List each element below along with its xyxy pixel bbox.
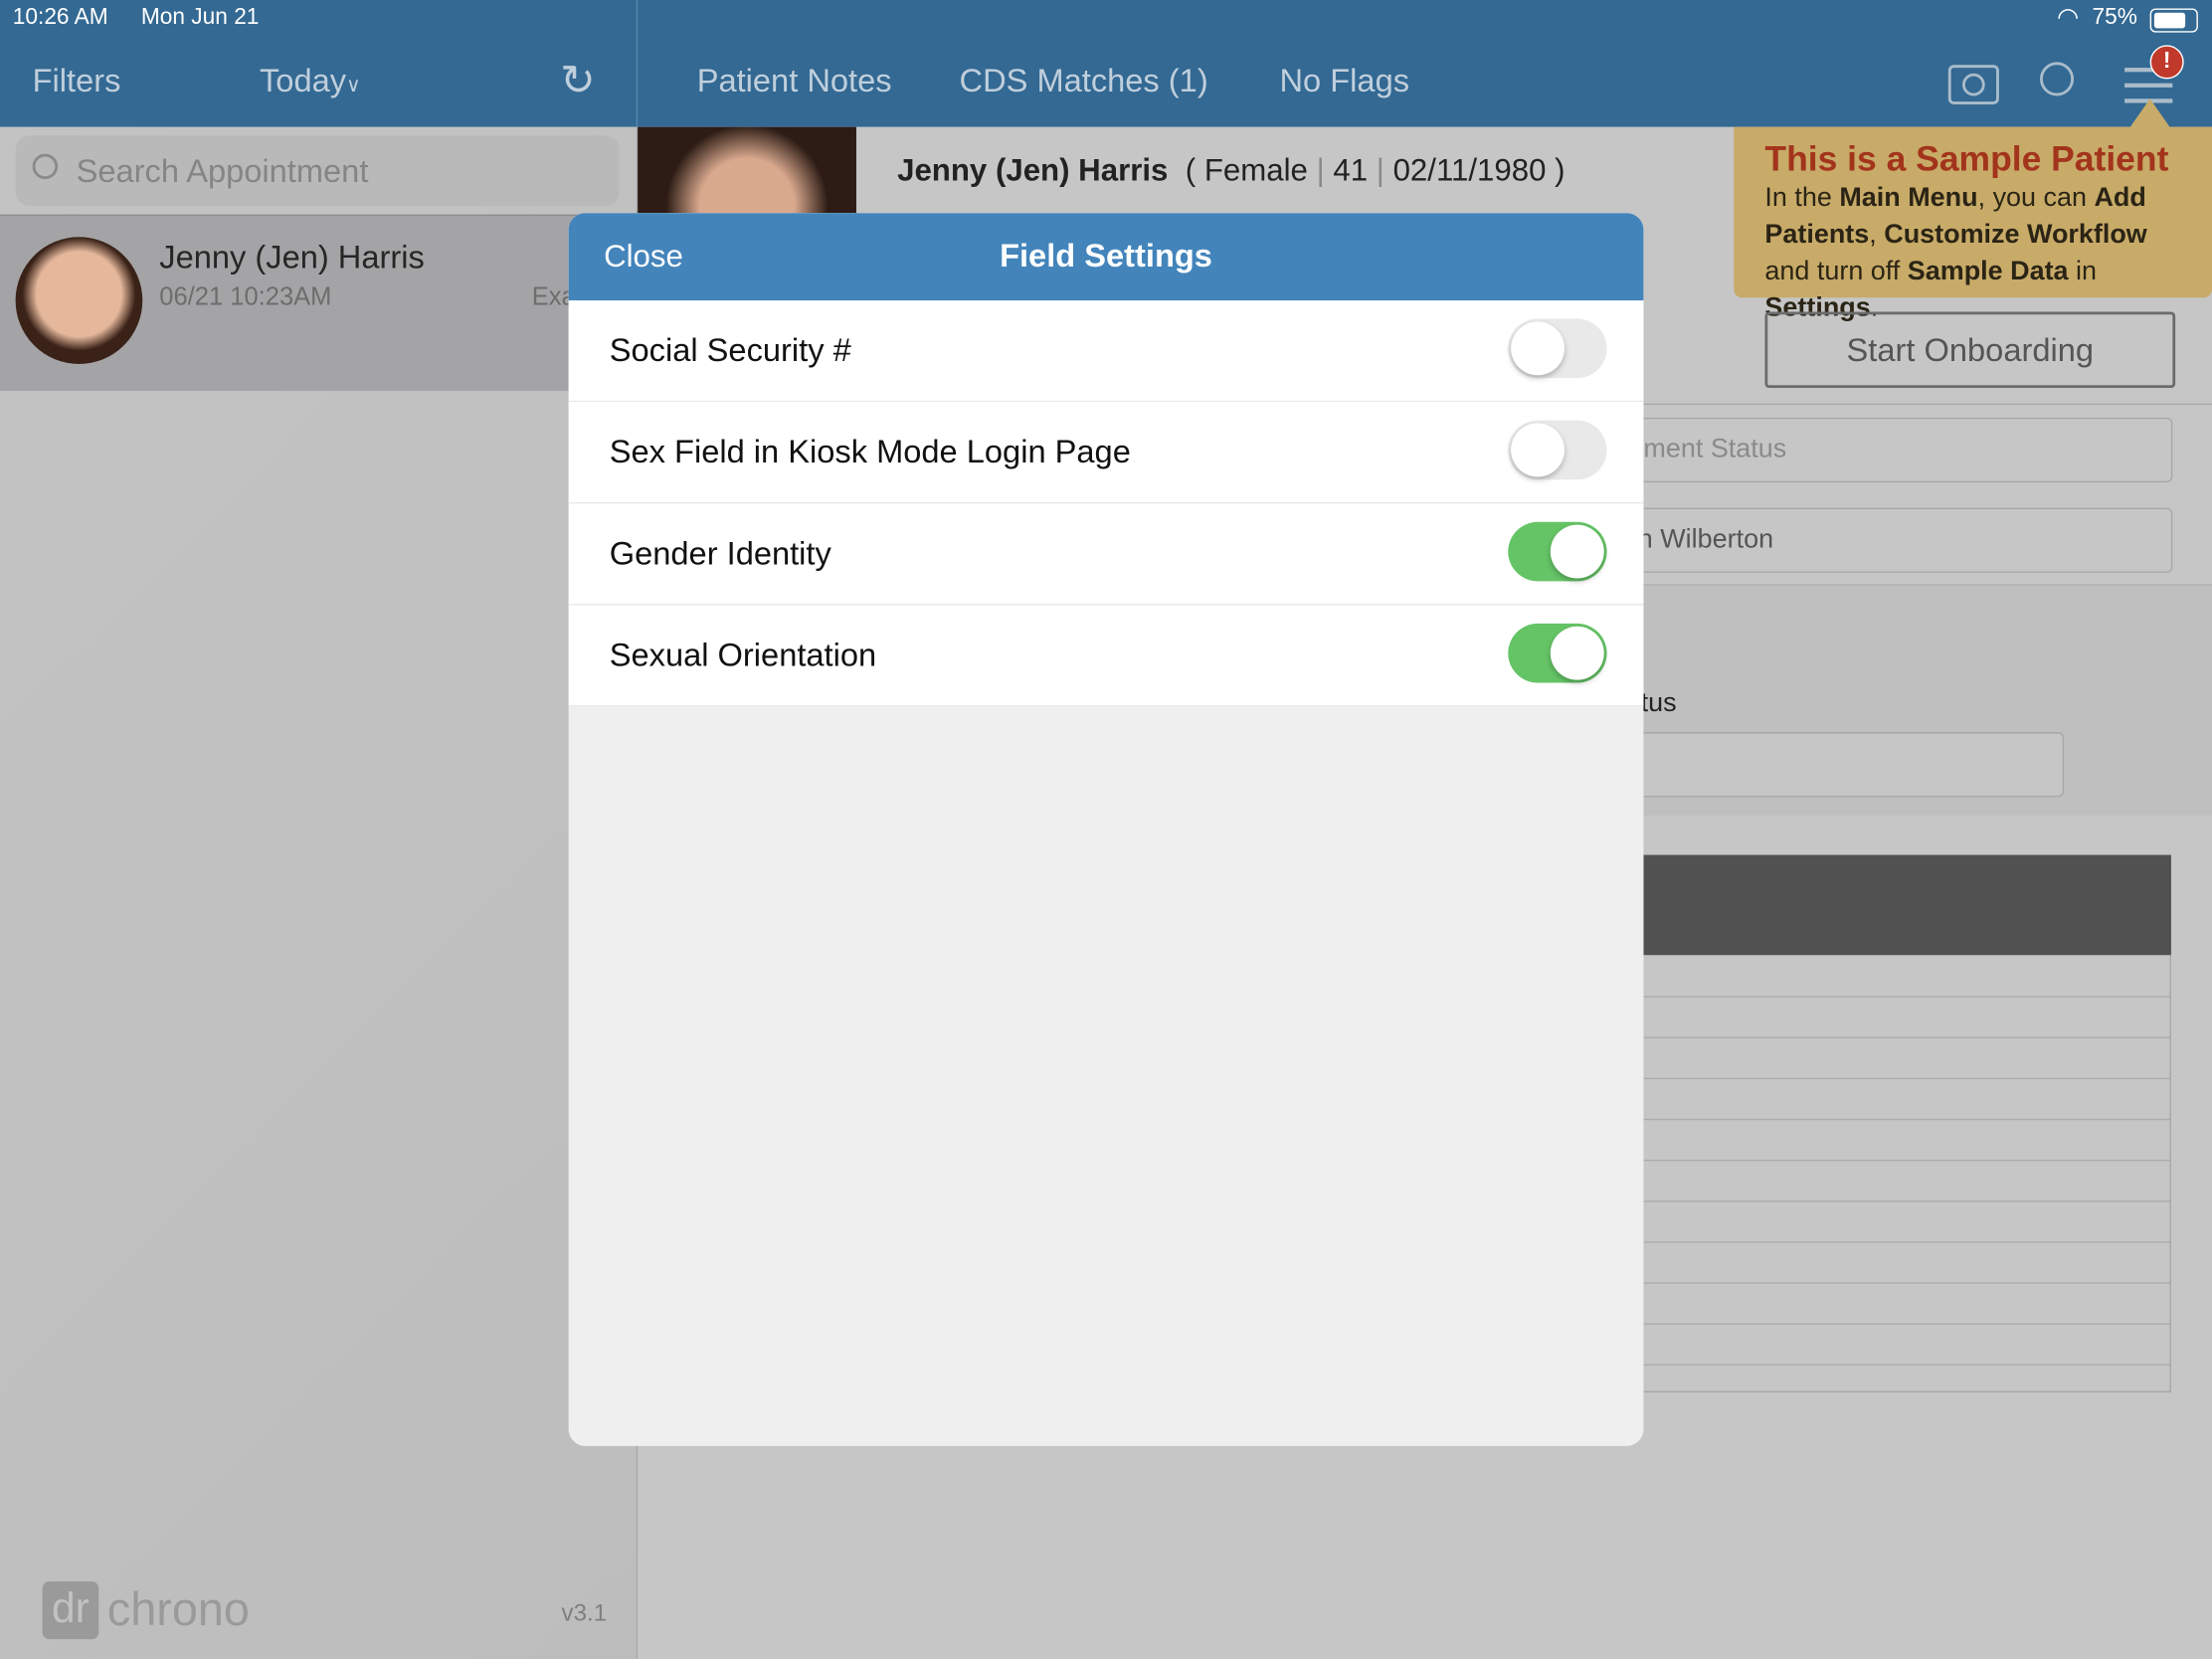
setting-row: Sex Field in Kiosk Mode Login Page — [568, 402, 1644, 504]
setting-toggle[interactable] — [1508, 521, 1607, 582]
modal-title: Field Settings — [1000, 237, 1212, 275]
setting-label: Sexual Orientation — [609, 636, 877, 673]
setting-label: Sex Field in Kiosk Mode Login Page — [609, 433, 1131, 470]
toggle-knob — [1511, 321, 1566, 376]
setting-toggle[interactable] — [1508, 318, 1607, 379]
modal-header: Close Field Settings — [568, 213, 1644, 301]
setting-label: Gender Identity — [609, 534, 831, 572]
setting-row: Gender Identity — [568, 503, 1644, 606]
toggle-knob — [1511, 423, 1566, 477]
toggle-knob — [1550, 626, 1604, 680]
app-screen: 10:26 AM Mon Jun 21 ◠ 75% Filters Today∨… — [0, 0, 2212, 1659]
setting-row: Social Security # — [568, 300, 1644, 403]
field-settings-modal: Close Field Settings Social Security # S… — [568, 213, 1644, 1446]
toggle-knob — [1550, 524, 1604, 579]
setting-toggle[interactable] — [1508, 623, 1607, 683]
setting-toggle[interactable] — [1508, 420, 1607, 480]
setting-label: Social Security # — [609, 331, 851, 369]
setting-row: Sexual Orientation — [568, 605, 1644, 707]
